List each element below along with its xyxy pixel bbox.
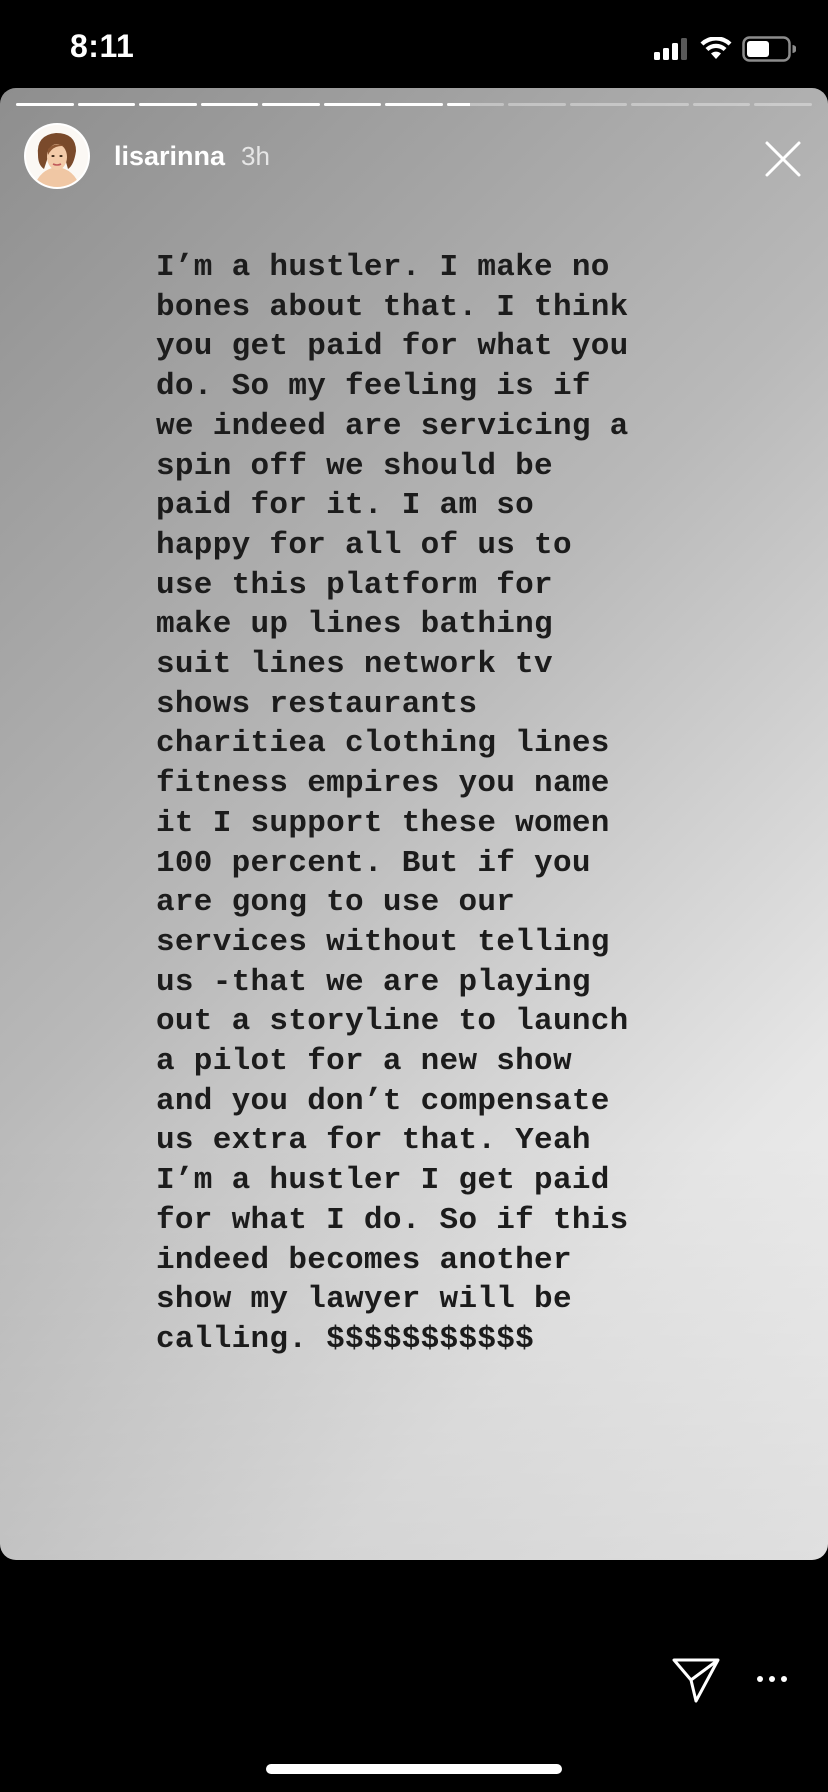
story-progress-segment	[77, 103, 136, 106]
story-progress-fill	[16, 103, 74, 106]
story-text-line: us extra for that. Yeah	[156, 1123, 591, 1159]
story-text: I’m a hustler. I make no bones about tha…	[156, 248, 776, 1360]
status-icons	[654, 36, 796, 62]
story-progress-segment	[754, 103, 812, 106]
close-icon	[765, 141, 801, 177]
story-text-line: paid for it. I am so	[156, 488, 535, 524]
story-progress-bar	[16, 103, 812, 106]
status-time: 8:11	[70, 28, 135, 64]
story-progress-segment	[692, 103, 751, 106]
status-bar: 8:11	[0, 0, 828, 88]
story-text-line: we indeed are servicing a	[156, 408, 629, 444]
avatar[interactable]	[24, 123, 90, 189]
cellular-signal-icon	[654, 38, 687, 60]
story-text-line: happy for all of us to	[156, 527, 572, 563]
story-text-line: indeed becomes another	[156, 1242, 572, 1278]
story-text-line: for what I do. So if this	[156, 1202, 629, 1238]
story-progress-segment	[631, 103, 689, 106]
wifi-icon	[700, 37, 732, 59]
story-progress-fill	[200, 103, 259, 106]
story-progress-segment	[200, 103, 259, 106]
story-timestamp: 3h	[241, 140, 270, 171]
story-text-line: out a storyline to launch	[156, 1004, 629, 1040]
avatar-illustration	[26, 125, 88, 187]
story-text-line: shows restaurants	[156, 686, 478, 722]
story-progress-fill	[77, 103, 136, 106]
story-progress-fill	[385, 103, 443, 106]
story-progress-segment	[385, 103, 443, 106]
username[interactable]: lisarinna	[114, 141, 225, 172]
story-text-line: a pilot for a new show	[156, 1044, 572, 1080]
send-icon	[672, 1658, 720, 1703]
more-options-icon	[757, 1676, 787, 1682]
story-text-line: I’m a hustler I get paid	[156, 1163, 610, 1199]
story-viewer[interactable]: lisarinna 3h I’m a hustler. I make no bo…	[0, 88, 828, 1560]
story-text-line: it I support these women	[156, 805, 610, 841]
story-text-line: you get paid for what you	[156, 329, 629, 365]
story-text-line: bones about that. I think	[156, 289, 629, 325]
story-text-line: do. So my feeling is if	[156, 369, 591, 405]
story-progress-fill	[262, 103, 320, 106]
story-progress-segment	[16, 103, 74, 106]
story-text-line: show my lawyer will be	[156, 1282, 572, 1318]
story-text-line: charitiea clothing lines	[156, 726, 610, 762]
story-text-line: use this platform for	[156, 567, 553, 603]
story-text-line: make up lines bathing	[156, 607, 553, 643]
story-progress-segment	[446, 103, 505, 106]
story-text-line: fitness empires you name	[156, 766, 610, 802]
story-text-line: 100 percent. But if you	[156, 845, 591, 881]
story-progress-segment	[323, 103, 382, 106]
story-header: lisarinna 3h	[24, 123, 270, 189]
story-progress-segment	[262, 103, 320, 106]
battery-icon	[742, 36, 796, 62]
story-text-line: calling. $$$$$$$$$$$	[156, 1321, 535, 1357]
story-progress-fill	[323, 103, 382, 106]
story-progress-fill	[446, 103, 470, 106]
story-text-line: and you don’t compensate	[156, 1083, 610, 1119]
story-text-line: I’m a hustler. I make no	[156, 250, 610, 285]
story-progress-fill	[139, 103, 197, 106]
close-button[interactable]	[758, 134, 808, 184]
home-indicator[interactable]	[266, 1764, 562, 1774]
more-options-button[interactable]	[752, 1664, 792, 1694]
story-text-line: suit lines network tv	[156, 647, 553, 683]
story-text-line: us -that we are playing	[156, 964, 591, 1000]
story-text-line: services without telling	[156, 924, 610, 960]
story-progress-segment	[569, 103, 628, 106]
story-text-line: spin off we should be	[156, 448, 553, 484]
story-progress-segment	[139, 103, 197, 106]
send-button[interactable]	[670, 1654, 722, 1706]
story-progress-segment	[508, 103, 566, 106]
story-text-line: are gong to use our	[156, 885, 516, 921]
